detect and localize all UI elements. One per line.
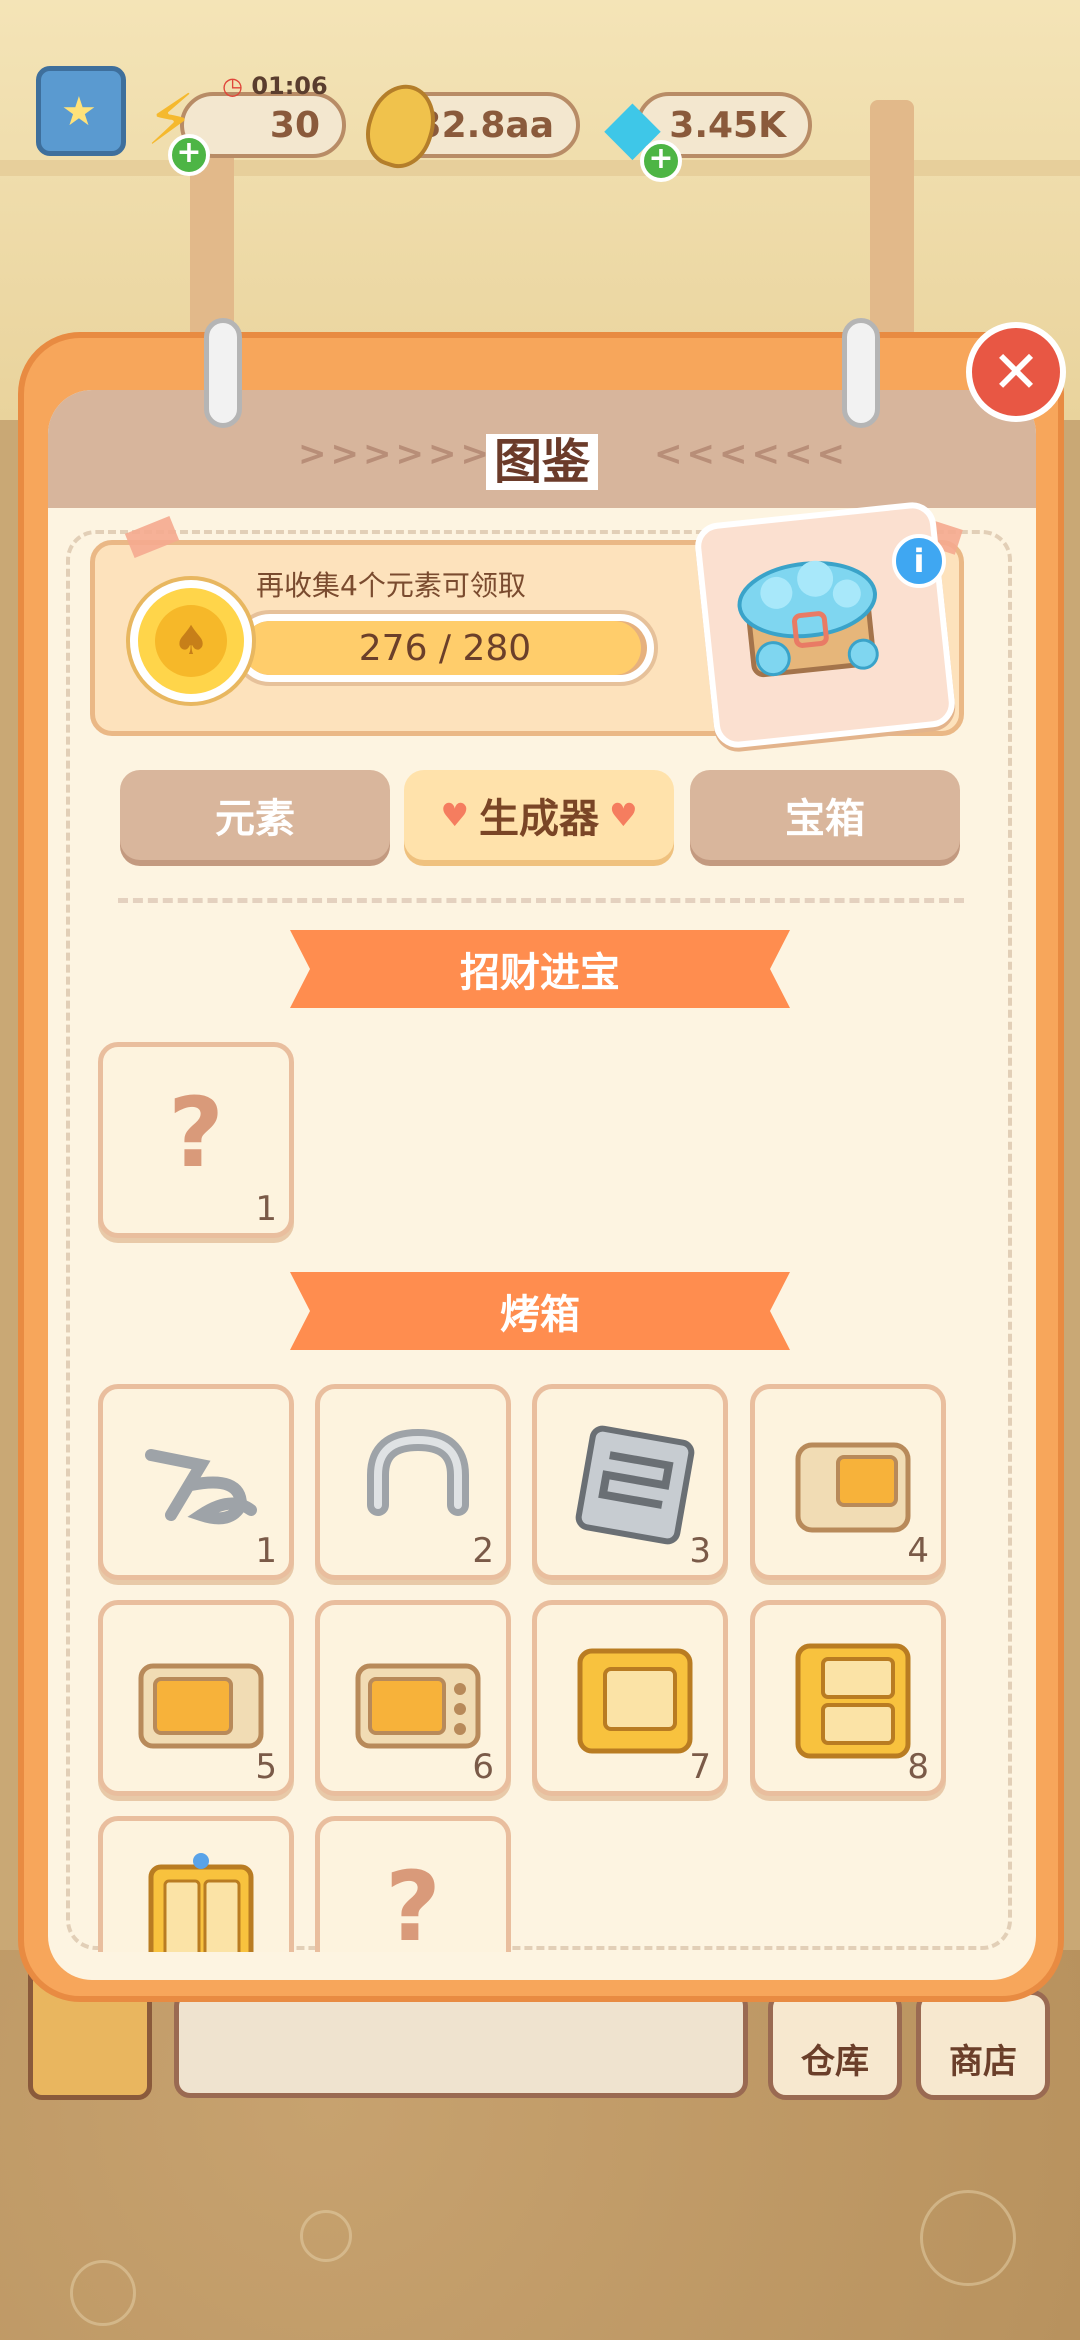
close-button[interactable]: ✕	[966, 322, 1066, 422]
bottom-info-bar	[174, 1990, 748, 2098]
bakery-cabinet-icon	[148, 1853, 254, 1952]
add-gems-button[interactable]: +	[640, 140, 682, 182]
add-energy-button[interactable]: +	[168, 134, 210, 176]
square-heating-coil-icon	[575, 1425, 695, 1545]
toaster-oven-icon	[138, 1663, 264, 1749]
u-heating-coil-icon	[367, 1428, 469, 1516]
reward-hint: 再收集4个元素可领取	[256, 569, 526, 602]
bubble-decoration	[300, 2210, 352, 2262]
collection-card[interactable]: 8	[750, 1600, 946, 1796]
bubble-decoration	[70, 2260, 136, 2326]
gem-value: 3.45K	[669, 104, 786, 146]
close-icon: ✕	[991, 338, 1041, 406]
energy-value: 30	[269, 104, 320, 146]
seed-value: 32.8aa	[416, 104, 554, 146]
scroll-clip: 9 ? 10	[60, 1800, 1020, 1952]
section-title-ribbon: 烤箱	[290, 1272, 790, 1350]
section-title-ribbon: 招财进宝	[290, 930, 790, 1008]
collection-card[interactable]: 2	[315, 1384, 511, 1580]
question-mark-icon: ?	[385, 1851, 441, 1952]
collection-card[interactable]: 5	[98, 1600, 294, 1796]
binder-ring-left	[204, 318, 242, 428]
bubble-decoration	[920, 2190, 1016, 2286]
tab-chests[interactable]: 宝箱	[690, 770, 960, 860]
acorn-coin-icon: ♠	[130, 580, 252, 702]
small-oven-icon	[795, 1442, 911, 1533]
gem-chest-icon	[737, 560, 879, 678]
collection-card-locked[interactable]: ? 1	[98, 1042, 294, 1238]
heart-icon: ♥	[609, 796, 638, 834]
warehouse-button[interactable]: 仓库	[768, 1990, 902, 2100]
bent-spring-icon	[145, 1449, 257, 1525]
tab-generators[interactable]: ♥ 生成器 ♥	[404, 770, 674, 860]
binder-ring-right	[842, 318, 880, 428]
tab-elements[interactable]: 元素	[120, 770, 390, 860]
panel-title: 图鉴	[48, 422, 1036, 492]
collection-card[interactable]: 3	[532, 1384, 728, 1580]
section-divider	[118, 898, 964, 903]
toaster-oven-dial-icon	[355, 1663, 481, 1749]
clock-icon: ◷	[222, 72, 243, 100]
reward-progress-bar: 276 / 280	[232, 610, 658, 686]
collection-card[interactable]: 1	[98, 1384, 294, 1580]
shop-button[interactable]: 商店	[916, 1990, 1050, 2100]
collection-card[interactable]: 6	[315, 1600, 511, 1796]
collection-card[interactable]: 9	[98, 1816, 294, 1952]
background-shelf	[0, 160, 1080, 176]
collection-card[interactable]: 7	[532, 1600, 728, 1796]
collection-card-locked[interactable]: ? 10	[315, 1816, 511, 1952]
double-yellow-oven-icon	[795, 1643, 911, 1759]
collection-card[interactable]: 4	[750, 1384, 946, 1580]
info-button[interactable]: i	[892, 534, 946, 588]
energy-timer: ◷ 01:06	[222, 72, 328, 100]
heart-icon: ♥	[440, 796, 469, 834]
collection-book-button[interactable]: ★	[36, 66, 126, 156]
yellow-oven-icon	[577, 1648, 693, 1754]
question-mark-icon: ?	[168, 1077, 224, 1189]
progress-text: 276 / 280	[358, 627, 532, 669]
star-icon: ★	[61, 89, 97, 135]
